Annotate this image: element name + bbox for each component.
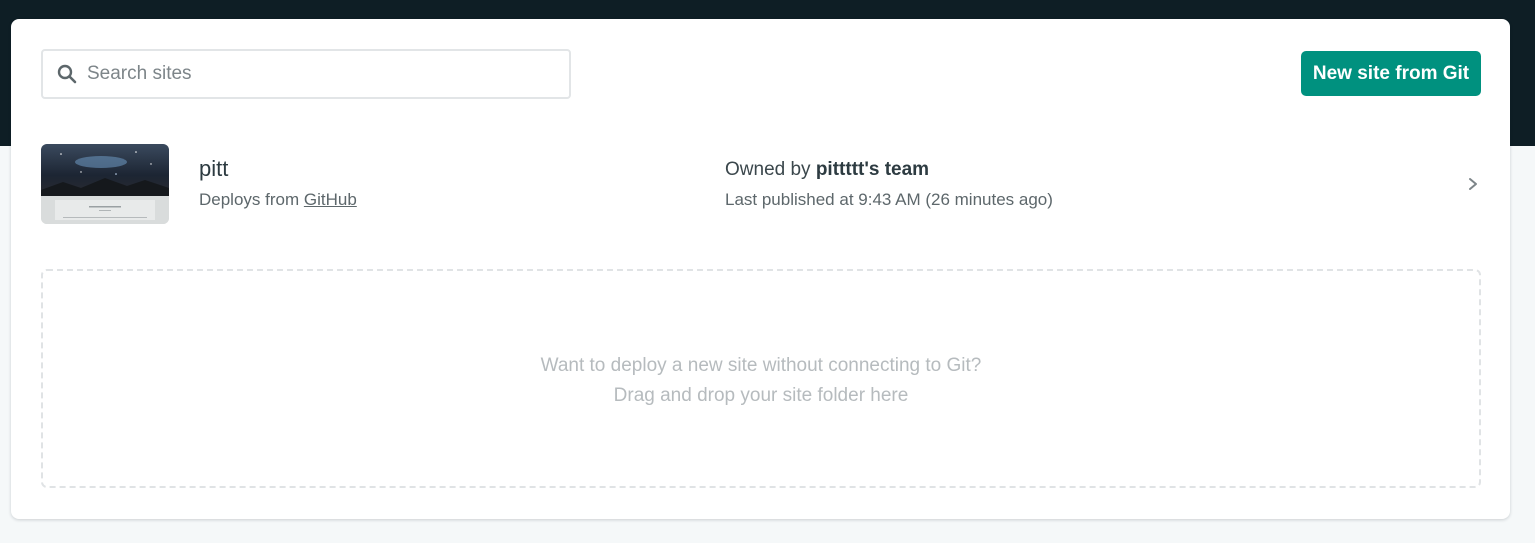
- search-box[interactable]: [41, 49, 571, 99]
- new-site-from-git-button[interactable]: New site from Git: [1301, 51, 1481, 96]
- github-link[interactable]: GitHub: [304, 190, 357, 209]
- site-list-item[interactable]: pitt Deploys from GitHub Owned by pitttt…: [41, 144, 1481, 224]
- chevron-right-icon[interactable]: [1467, 176, 1479, 192]
- deploy-label: Deploys from: [199, 190, 304, 209]
- last-published-status: Last published at 9:43 AM (26 minutes ag…: [725, 190, 1053, 209]
- site-preview-image: [41, 144, 169, 224]
- site-screenshot-thumbnail: [41, 144, 169, 224]
- drag-drop-deploy-zone[interactable]: Want to deploy a new site without connec…: [41, 269, 1481, 488]
- owner-team-name: pittttt's team: [815, 159, 930, 180]
- owner-label: Owned by: [725, 159, 816, 180]
- site-deploy-source: Deploys from GitHub: [199, 190, 357, 210]
- sites-card: New site from Git: [11, 19, 1510, 519]
- dropzone-instruction: Drag and drop your site folder here: [613, 385, 909, 406]
- site-name: pitt: [199, 156, 229, 181]
- search-icon: [57, 64, 77, 84]
- search-input[interactable]: [87, 51, 557, 97]
- site-owner: Owned by pittttt's team: [725, 159, 929, 181]
- dropzone-question: Want to deploy a new site without connec…: [540, 355, 982, 376]
